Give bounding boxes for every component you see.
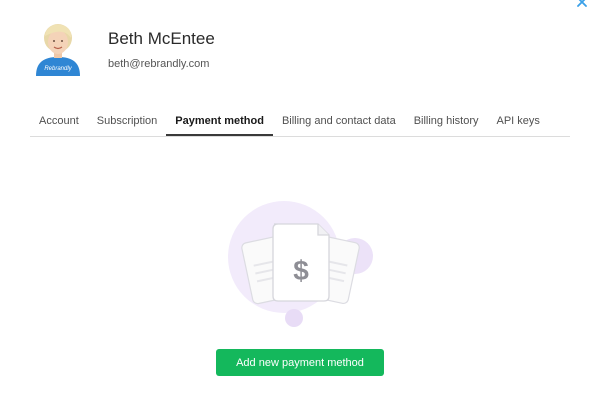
tab-subscription[interactable]: Subscription	[88, 108, 167, 136]
close-button[interactable]	[572, 0, 592, 12]
tab-billing-and-contact-data[interactable]: Billing and contact data	[273, 108, 405, 136]
close-icon	[577, 0, 587, 7]
tab-billing-history[interactable]: Billing history	[405, 108, 488, 136]
avatar: Rebrandly	[36, 24, 80, 76]
tab-api-keys[interactable]: API keys	[488, 108, 549, 136]
svg-text:Rebrandly: Rebrandly	[44, 66, 72, 72]
add-payment-method-button[interactable]: Add new payment method	[216, 349, 384, 376]
user-email: beth@rebrandly.com	[108, 58, 210, 70]
svg-text:$: $	[293, 255, 309, 286]
tab-account[interactable]: Account	[30, 108, 88, 136]
settings-tabs: Account Subscription Payment method Bill…	[30, 108, 570, 137]
dollar-document-icon: $	[228, 201, 373, 327]
user-name: Beth McEntee	[108, 29, 215, 48]
tab-payment-method[interactable]: Payment method	[166, 108, 273, 136]
account-settings-modal: Rebrandly Beth McEntee beth@rebrandly.co…	[0, 0, 606, 402]
